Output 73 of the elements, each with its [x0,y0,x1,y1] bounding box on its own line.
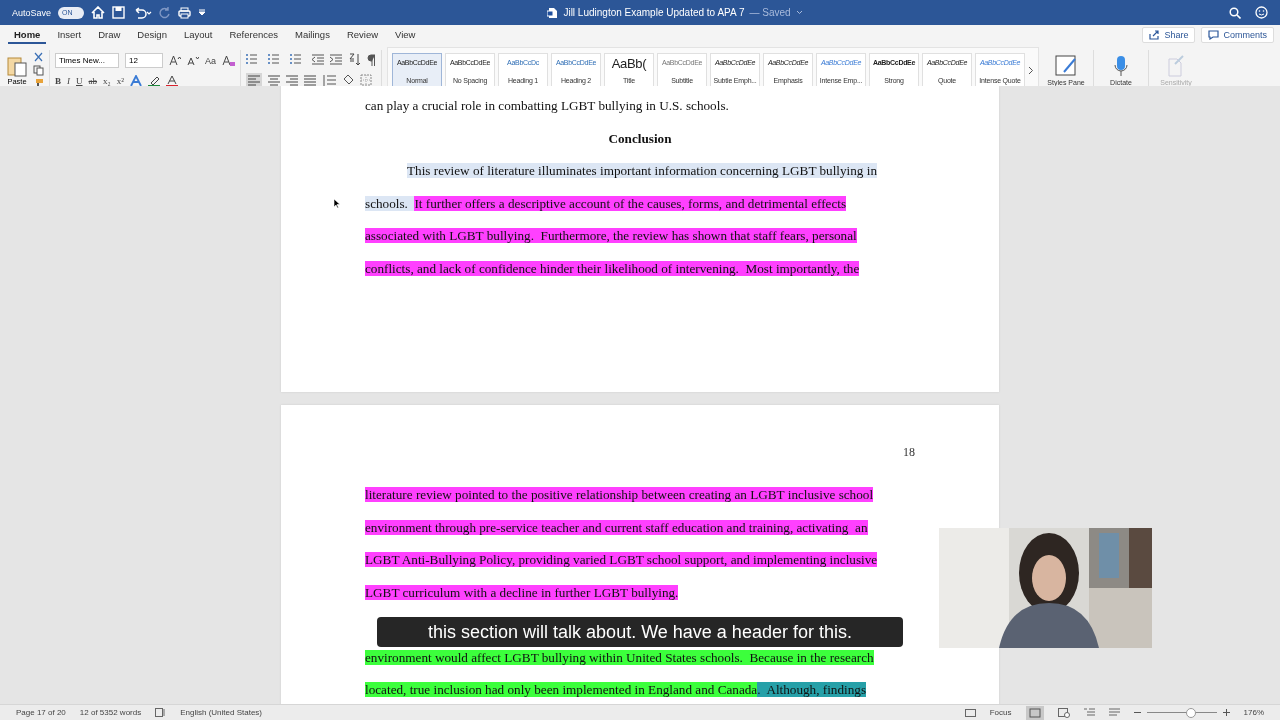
smiley-icon[interactable] [1255,6,1268,19]
decrease-indent-icon[interactable] [312,54,324,65]
home-icon[interactable] [91,6,106,19]
search-icon[interactable] [1229,6,1241,19]
proofing-icon[interactable] [155,708,167,717]
align-right-icon[interactable] [286,74,298,86]
save-status: — Saved [749,7,791,18]
sort-icon[interactable] [348,53,361,66]
format-button[interactable]: x₂ [103,76,111,86]
ribbon-tab[interactable]: Insert [51,26,88,44]
body-text-line: can play a crucial role in combatting LGBT bullying in U.S. schools. [365,98,730,115]
ribbon-tab[interactable]: Draw [92,26,127,44]
ribbon-tab[interactable]: Design [131,26,173,44]
align-left-icon[interactable] [246,73,262,87]
customize-icon[interactable] [198,8,207,17]
paste-icon [6,54,28,77]
font-size-field[interactable]: 12 [125,53,163,68]
zoom-in-button[interactable] [1222,709,1230,716]
ribbon-tab[interactable]: View [389,26,422,44]
shrink-font-icon[interactable] [187,55,199,66]
focus-icon[interactable] [964,708,976,717]
web-layout-icon[interactable] [1057,707,1070,718]
share-button[interactable]: Share [1142,27,1196,43]
body-text-line: located, true inclusion had only been implemented in England and Canada. Although, findings [365,682,868,699]
body-text-line: schools. It further offers a descriptive account of the causes, forms, and detrimental effects [365,195,848,213]
align-center-icon[interactable] [268,74,280,86]
page-number: 18 [903,445,915,459]
styles-pane-icon [1055,54,1077,77]
redo-icon[interactable] [159,6,172,19]
ribbon-tab[interactable]: Review [340,26,385,44]
ribbon-tab[interactable]: Mailings [289,26,336,44]
format-button[interactable]: x² [116,76,124,86]
pilcrow-icon[interactable] [367,53,376,66]
font-name-field[interactable]: Times New... [55,53,119,68]
undo-icon[interactable] [132,6,153,19]
zoom-level[interactable]: 176% [1243,708,1264,717]
microphone-icon [1114,54,1128,77]
format-button[interactable]: B [55,76,61,86]
sensitivity-icon [1166,54,1186,77]
section-heading: Conclusion [607,130,673,148]
justify-icon[interactable] [304,74,316,86]
format-button[interactable]: I [67,76,70,86]
video-caption: this section will talk about. We have a header for this. [377,617,903,647]
cursor-icon [333,198,340,208]
comment-icon [1208,30,1220,40]
comments-button[interactable]: Comments [1201,27,1274,43]
ribbon-tab[interactable]: References [223,26,285,44]
copy-icon[interactable] [33,64,44,76]
print-layout-icon[interactable] [1025,705,1044,720]
cut-icon[interactable] [33,51,44,63]
chevron-right-icon[interactable] [1028,65,1034,75]
save-icon[interactable] [112,6,126,19]
shading-icon[interactable] [342,74,354,86]
increase-indent-icon[interactable] [330,54,342,65]
print-icon[interactable] [178,6,192,19]
document-icon [547,6,559,19]
change-case-button[interactable]: Aa [205,55,216,66]
autosave-label: AutoSave [12,7,52,18]
language-label[interactable]: English (United States) [180,708,263,717]
ribbon-tab[interactable]: Home [8,26,47,44]
grow-font-icon[interactable] [169,55,181,66]
ribbon-tab[interactable]: Layout [177,26,219,44]
share-icon [1149,30,1161,40]
clear-formatting-icon[interactable] [222,54,235,67]
text-effects-icon[interactable] [129,75,142,87]
caret-icon[interactable] [795,10,803,15]
format-button[interactable]: U [76,76,83,86]
word-count[interactable]: 12 of 5352 words [79,708,142,717]
format-button[interactable]: ab [88,76,97,86]
page-count[interactable]: Page 17 of 20 [16,708,66,717]
focus-button[interactable]: Focus [989,708,1012,717]
document-title: Jill Ludington Example Updated to APA 7 [563,7,745,18]
zoom-slider[interactable] [1185,708,1196,718]
